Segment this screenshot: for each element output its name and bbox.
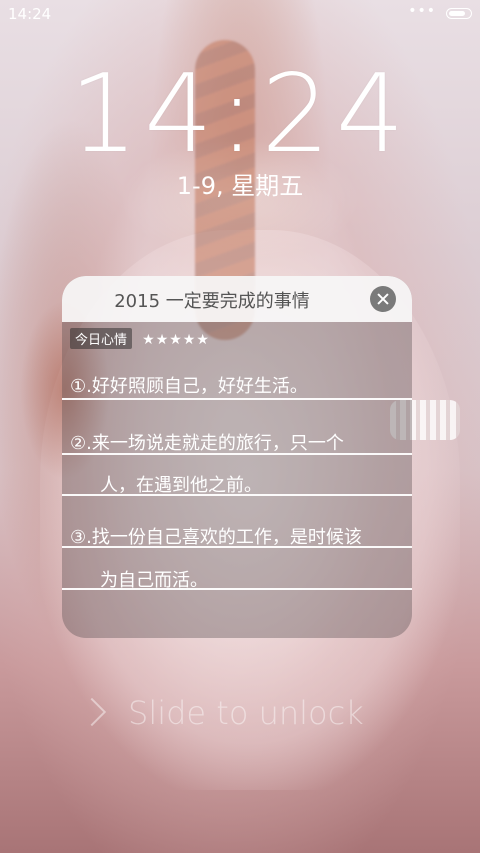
slide-to-unlock[interactable]: Slide to unlock bbox=[0, 692, 480, 736]
lock-clock: 14:24 bbox=[69, 52, 411, 177]
note-line-1[interactable]: ①.好好照顾自己，好好生活。 bbox=[70, 372, 410, 398]
note-divider bbox=[62, 494, 412, 496]
slide-to-unlock-label: Slide to unlock bbox=[128, 694, 364, 732]
note-divider bbox=[62, 588, 412, 590]
mood-row: 今日心情 ★★★★★ bbox=[70, 328, 210, 349]
widget-header: 2015 一定要完成的事情 bbox=[62, 276, 412, 322]
chevron-right-icon bbox=[80, 692, 100, 732]
note-line-2[interactable]: ②.来一场说走就走的旅行，只一个 bbox=[70, 429, 410, 455]
mood-label: 今日心情 bbox=[70, 328, 133, 349]
close-icon[interactable] bbox=[370, 286, 396, 312]
note-divider bbox=[62, 546, 412, 548]
status-time: 14:24 bbox=[8, 5, 52, 23]
battery-fill bbox=[449, 11, 465, 16]
widget-title: 2015 一定要完成的事情 bbox=[114, 291, 310, 312]
lock-date: 1-9, 星期五 bbox=[176, 172, 304, 200]
status-bar: 14:24 ••• bbox=[0, 0, 480, 28]
todo-widget: 2015 一定要完成的事情 今日心情 ★★★★★ ①.好好照顾自己，好好生活。 … bbox=[62, 276, 412, 638]
mood-stars[interactable]: ★★★★★ bbox=[142, 332, 210, 348]
note-divider bbox=[62, 453, 412, 455]
more-dots-icon: ••• bbox=[408, 3, 436, 19]
note-divider bbox=[62, 398, 412, 400]
battery-icon bbox=[446, 8, 472, 19]
